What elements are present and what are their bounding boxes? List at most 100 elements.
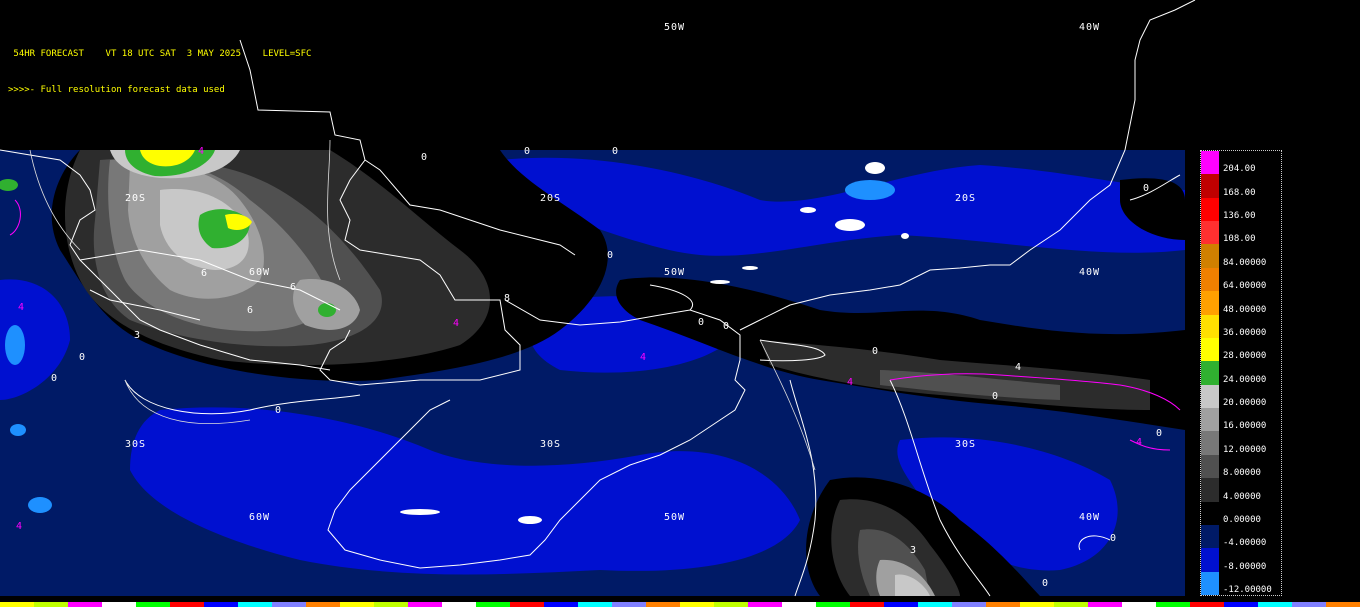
colorbar-swatch	[1201, 291, 1219, 315]
strip-cell	[646, 602, 680, 607]
strip-cell	[1088, 602, 1122, 607]
colorbar-swatch	[1201, 221, 1219, 245]
colorbar-swatch	[1201, 571, 1219, 595]
colorbar-swatch	[1201, 314, 1219, 338]
contour-label-magenta: 4	[18, 302, 26, 313]
colorbar-label: 8.00000	[1223, 468, 1261, 479]
colorbar-swatch	[1201, 408, 1219, 432]
contour-label: 6	[201, 268, 209, 279]
contour-label: 0	[421, 152, 429, 163]
strip-cell	[884, 602, 918, 607]
colorbar-label: 20.00000	[1223, 398, 1267, 409]
contour-label: 0	[275, 405, 283, 416]
contour-label: 8	[504, 293, 512, 304]
contour-label: 0	[51, 373, 59, 384]
colorbar-label: 24.00000	[1223, 374, 1267, 385]
lat-label-30s-east: 30S	[955, 439, 977, 450]
colorbar-label: -8.00000	[1223, 561, 1267, 572]
strip-cell	[1122, 602, 1156, 607]
colorbar-swatch	[1201, 174, 1219, 198]
strip-cell	[68, 602, 102, 607]
strip-cell	[0, 602, 34, 607]
colorbar-label: 48.00000	[1223, 304, 1267, 315]
colorbar-legend: 204.00 168.00 136.00 108.00 84.00000 64.00000…	[1200, 150, 1282, 596]
contour-label: 0	[1143, 183, 1151, 194]
colorbar-label: 168.00	[1223, 187, 1256, 198]
colorbar-swatch	[1201, 244, 1219, 268]
strip-cell	[816, 602, 850, 607]
strip-cell	[374, 602, 408, 607]
colorbar-label: 4.00000	[1223, 491, 1261, 502]
colorbar-swatch	[1201, 151, 1219, 175]
strip-cell	[136, 602, 170, 607]
colorbar-label: 108.00	[1223, 234, 1256, 245]
contour-label: 0	[1042, 578, 1050, 589]
lon-label-60w-mid: 60W	[249, 267, 271, 278]
strip-cell	[544, 602, 578, 607]
contour-label: 0	[872, 346, 880, 357]
strip-cell	[34, 602, 68, 607]
contour-label-magenta: 4	[1015, 362, 1023, 373]
strip-cell	[204, 602, 238, 607]
contour-label-magenta: 4	[640, 352, 648, 363]
colorbar-label: 64.00000	[1223, 281, 1267, 292]
strip-cell	[170, 602, 204, 607]
colorbar-label: 0.00000	[1223, 514, 1261, 525]
strip-cell	[578, 602, 612, 607]
contour-label: 6	[290, 282, 298, 293]
strip-cell	[748, 602, 782, 607]
contour-label: 0	[612, 146, 620, 157]
contour-label: 3	[910, 545, 918, 556]
colorbar-swatch	[1201, 337, 1219, 362]
contour-label-magenta: 4	[16, 521, 24, 532]
colorbar-label: -12.00000	[1223, 585, 1272, 595]
contour-label-magenta: 4	[453, 318, 461, 329]
lon-label-50w-mid: 50W	[664, 267, 686, 278]
contour-label: 0	[698, 317, 706, 328]
lat-label-30s-center: 30S	[540, 439, 562, 450]
contour-label: 0	[607, 250, 615, 261]
strip-cell	[1054, 602, 1088, 607]
contour-label: 6	[247, 305, 255, 316]
strip-cell	[1190, 602, 1224, 607]
colorbar-label: 84.00000	[1223, 257, 1267, 268]
colorbar-label: -4.00000	[1223, 538, 1267, 549]
colorbar-swatch	[1201, 431, 1219, 455]
lon-label-50w-bottom: 50W	[664, 512, 686, 523]
strip-cell	[1156, 602, 1190, 607]
strip-cell	[1020, 602, 1054, 607]
strip-cell	[102, 602, 136, 607]
strip-cell	[782, 602, 816, 607]
strip-cell	[340, 602, 374, 607]
contour-label: 0	[1110, 533, 1118, 544]
strip-cell	[986, 602, 1020, 607]
lon-label-40w-bottom: 40W	[1079, 512, 1101, 523]
contour-label-magenta: 4	[847, 377, 855, 388]
strip-cell	[238, 602, 272, 607]
colorbar-swatch	[1201, 478, 1219, 502]
contour-label: 0	[723, 321, 731, 332]
strip-cell	[476, 602, 510, 607]
strip-cell	[952, 602, 986, 607]
lon-label-60w-bottom: 60W	[249, 512, 271, 523]
colorbar-swatch	[1201, 361, 1219, 385]
strip-cell	[510, 602, 544, 607]
contour-label: 0	[1156, 428, 1164, 439]
contour-label-magenta: 4	[1136, 437, 1144, 448]
strip-cell	[1258, 602, 1292, 607]
lat-label-20s-east: 20S	[955, 193, 977, 204]
contour-label: 0	[79, 352, 87, 363]
contour-label: 0	[524, 146, 532, 157]
colorbar-label: 36.00000	[1223, 327, 1267, 338]
colorbar-label: 136.00	[1223, 211, 1256, 222]
contour-label: 0	[992, 391, 1000, 402]
strip-cell	[918, 602, 952, 607]
colorbar-swatch	[1201, 197, 1219, 222]
strip-cell	[408, 602, 442, 607]
strip-cell	[850, 602, 884, 607]
colorbar-swatch	[1201, 454, 1219, 479]
lat-label-20s-west: 20S	[125, 193, 147, 204]
strip-cell	[1292, 602, 1326, 607]
strip-cell	[272, 602, 306, 607]
colorbar-label: 28.00000	[1223, 351, 1267, 362]
